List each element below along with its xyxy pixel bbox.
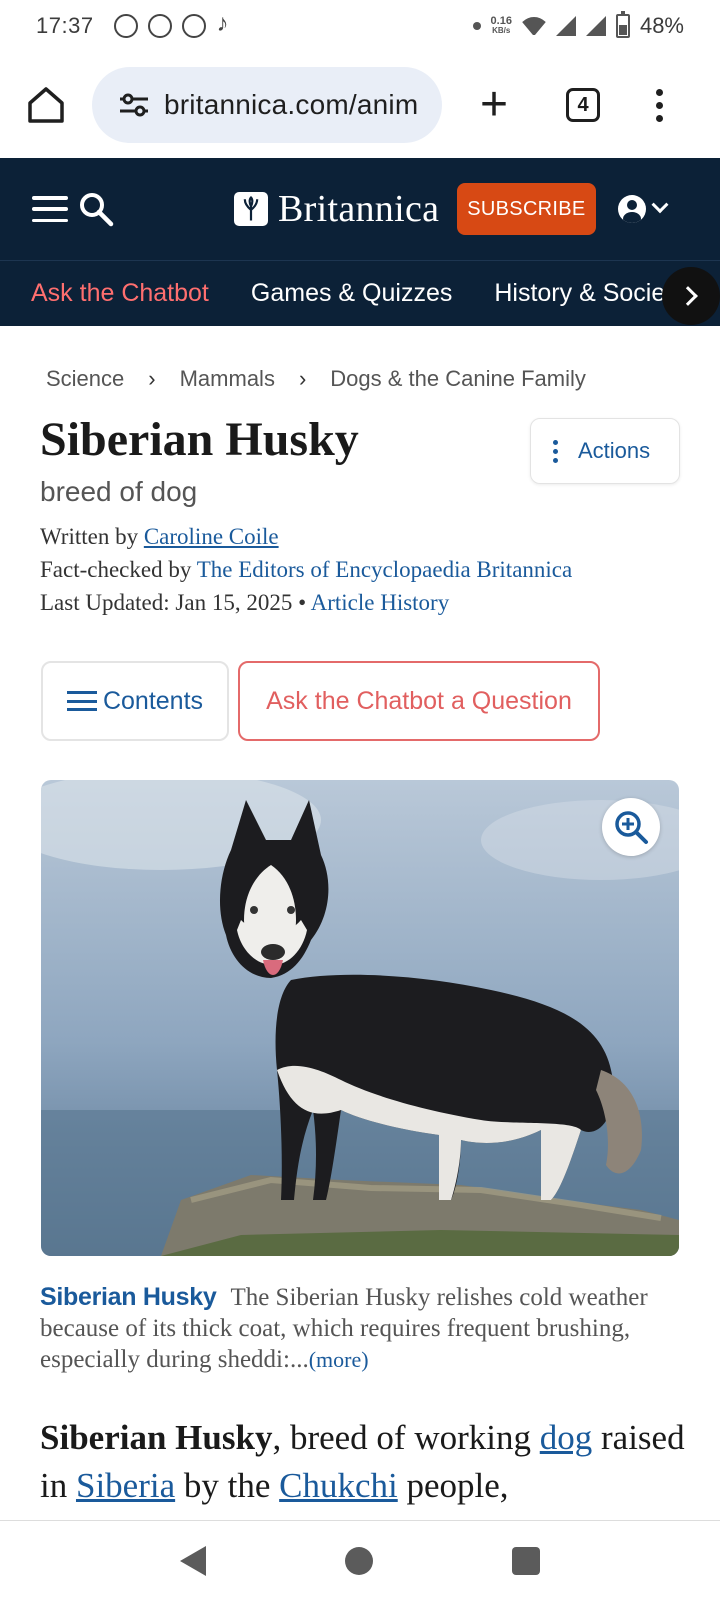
page-subtitle: breed of dog	[40, 476, 198, 507]
breadcrumb-dogs[interactable]: Dogs & the Canine Family	[330, 366, 586, 392]
fact-checked-label: Fact-checked by	[40, 557, 192, 582]
contents-label: Contents	[102, 686, 204, 715]
network-speed: 0.16 KB/s	[491, 16, 512, 36]
nav-item-history-society[interactable]: History & Society	[494, 279, 684, 308]
search-icon[interactable]	[78, 191, 114, 227]
husky-image	[41, 780, 679, 1256]
wifi-icon	[522, 17, 546, 35]
page-title: Siberian Husky	[40, 413, 359, 466]
tune-icon[interactable]	[118, 91, 150, 119]
back-icon[interactable]	[179, 1545, 206, 1576]
user-icon	[617, 195, 646, 223]
subscribe-button[interactable]: SUBSCRIBE	[457, 183, 596, 235]
menu-icon[interactable]	[32, 196, 68, 222]
byline-updated: Last Updated: Jan 15, 2025 • Article His…	[40, 590, 449, 616]
site-header: Britannica SUBSCRIBE	[0, 158, 720, 260]
last-updated-label: Last Updated: Jan 15, 2025 •	[40, 590, 307, 615]
home-icon[interactable]	[24, 83, 68, 127]
system-nav-bar	[0, 1520, 720, 1600]
breadcrumb-mammals[interactable]: Mammals	[180, 366, 275, 392]
article-history-link[interactable]: Article History	[311, 590, 450, 615]
battery-icon	[615, 11, 630, 38]
caption-more-link[interactable]: (more)	[309, 1347, 369, 1372]
actions-button[interactable]: Actions	[530, 418, 680, 484]
logo-text: Britannica	[278, 188, 440, 230]
article-body: Siberian Husky, breed of working dog rai…	[40, 1414, 700, 1510]
whatsapp-icon	[113, 14, 138, 38]
browser-menu-icon[interactable]	[656, 88, 663, 122]
thistle-icon	[234, 192, 268, 226]
link-chukchi[interactable]: Chukchi	[279, 1466, 398, 1505]
signal-icon-2	[585, 16, 606, 36]
body-lead: Siberian Husky	[40, 1418, 273, 1457]
chevron-down-icon	[651, 196, 669, 214]
fact-checker-link[interactable]: The Editors of Encyclopaedia Britannica	[197, 557, 573, 582]
breadcrumb: Science › Mammals › Dogs & the Canine Fa…	[46, 366, 586, 392]
zoom-in-icon[interactable]	[602, 798, 660, 856]
contents-icon	[66, 691, 97, 711]
body-text-3: by the	[175, 1466, 280, 1505]
breadcrumb-separator-icon: ›	[298, 366, 307, 391]
tab-switcher-button[interactable]: 4	[566, 88, 600, 122]
britannica-logo[interactable]: Britannica	[234, 187, 439, 231]
caption-title[interactable]: Siberian Husky	[40, 1283, 217, 1311]
messenger-icon-2	[181, 14, 206, 38]
tiktok-icon	[216, 10, 238, 38]
messenger-icon	[147, 14, 172, 38]
home-circle-icon[interactable]	[344, 1546, 373, 1575]
body-text-4: people,	[397, 1466, 509, 1505]
breadcrumb-science[interactable]: Science	[46, 366, 124, 392]
husky-photo[interactable]	[41, 780, 679, 1256]
url-text: britannica.com/anim	[164, 89, 419, 120]
byline-fact-check: Fact-checked by The Editors of Encyclopa…	[40, 557, 572, 583]
written-by-label: Written by	[40, 524, 139, 549]
contents-button[interactable]: Contents	[41, 661, 229, 741]
breadcrumb-separator-icon: ›	[148, 366, 156, 391]
category-nav: Ask the Chatbot Games & Quizzes History …	[0, 260, 720, 326]
link-siberia[interactable]: Siberia	[76, 1466, 175, 1505]
address-bar[interactable]: britannica.com/anim	[92, 67, 442, 143]
byline-author: Written by Caroline Coile	[40, 524, 279, 550]
link-dog[interactable]: dog	[540, 1418, 593, 1457]
chevron-right-icon[interactable]	[662, 267, 720, 325]
net-speed-unit: KB/s	[492, 26, 511, 35]
nav-item-games-quizzes[interactable]: Games & Quizzes	[251, 279, 452, 308]
body-text-1: , breed of working	[272, 1418, 540, 1457]
signal-icon	[555, 16, 576, 36]
actions-label: Actions	[578, 438, 651, 463]
ask-chatbot-button[interactable]: Ask the Chatbot a Question	[238, 661, 600, 741]
notification-dot-icon	[472, 22, 481, 30]
kebab-icon	[553, 439, 558, 463]
plus-icon[interactable]: +	[474, 81, 514, 129]
author-link[interactable]: Caroline Coile	[144, 524, 279, 549]
status-bar: 17:37 0.16 KB/s 48%	[0, 0, 720, 52]
browser-toolbar: britannica.com/anim + 4	[0, 52, 720, 158]
status-time: 17:37	[36, 13, 94, 38]
image-caption: Siberian Husky The Siberian Husky relishe…	[40, 1282, 690, 1375]
nav-item-ask-chatbot[interactable]: Ask the Chatbot	[31, 279, 209, 308]
battery-percent: 48%	[639, 13, 684, 38]
recents-icon[interactable]	[512, 1546, 541, 1575]
user-menu[interactable]	[617, 195, 669, 223]
net-speed-value: 0.16	[490, 15, 512, 27]
